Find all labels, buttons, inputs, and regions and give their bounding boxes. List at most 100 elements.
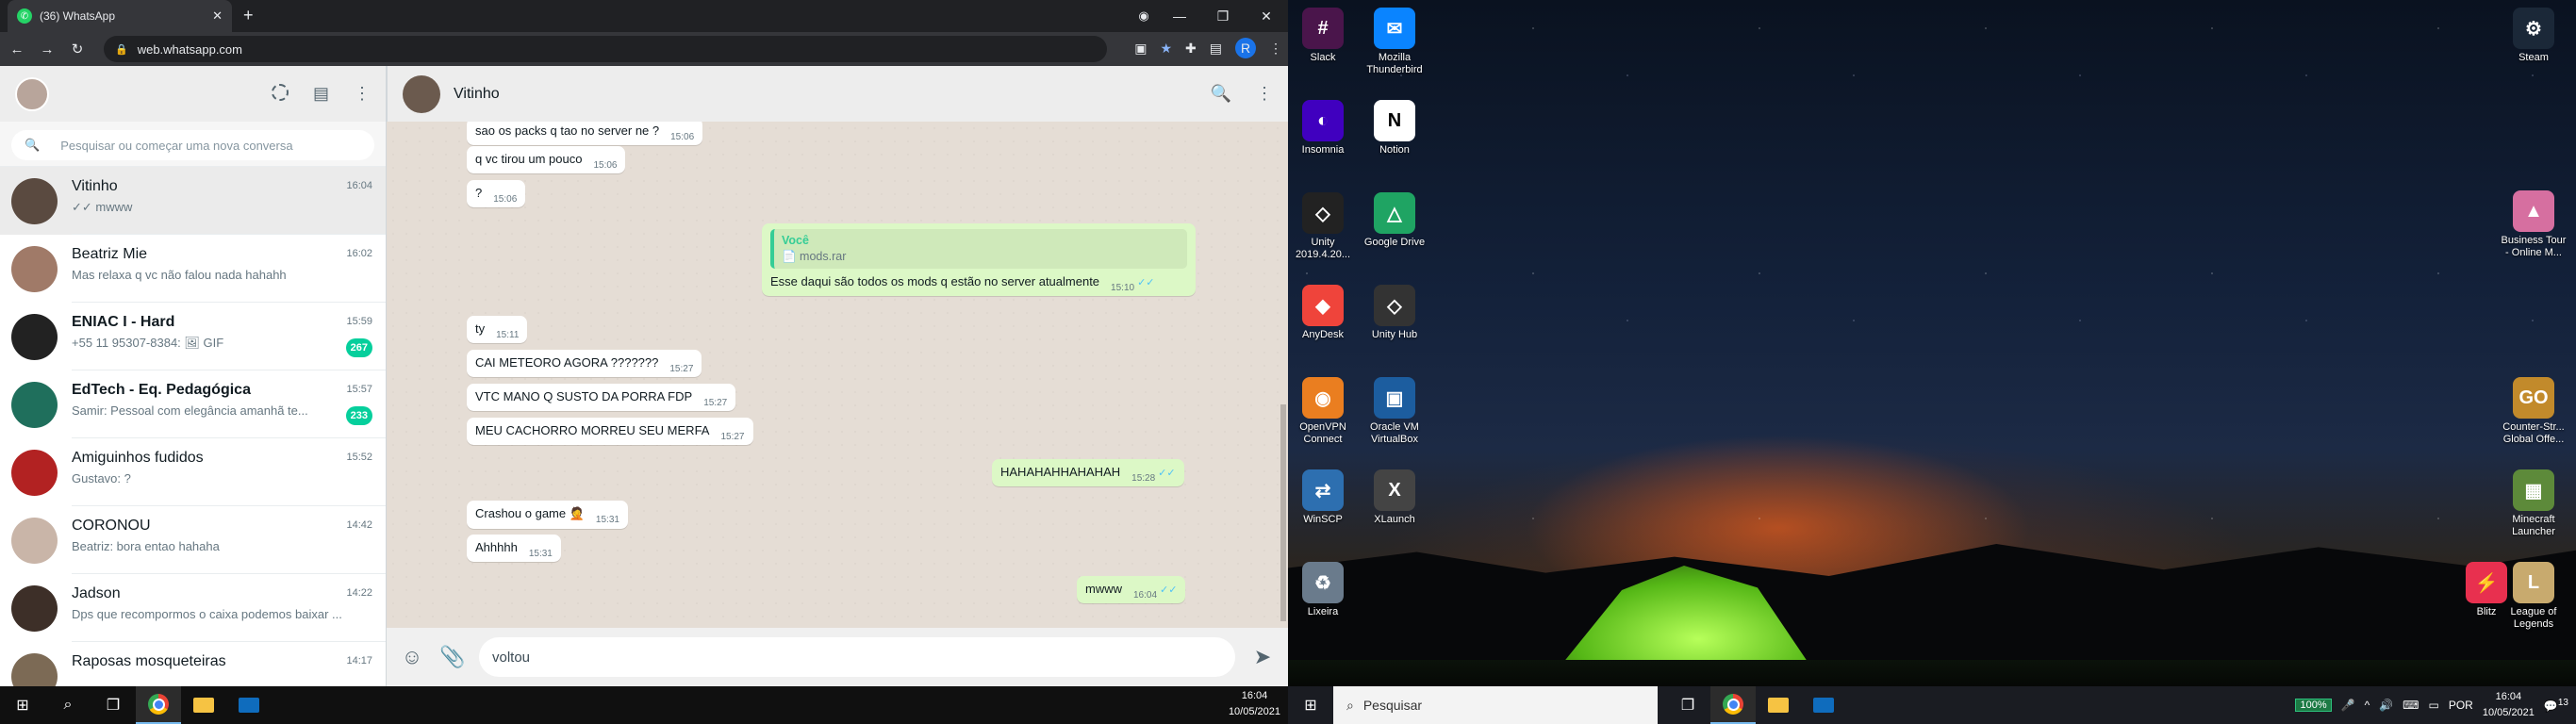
desktop-icon-counter-str-global-offe[interactable]: GO Counter-Str... Global Offe... xyxy=(2501,377,2567,446)
desktop-icon-league-of-legends[interactable]: L League of Legends xyxy=(2501,562,2567,631)
left-clock[interactable]: 16:04 10/05/2021 xyxy=(1229,688,1280,720)
message-bubble[interactable]: ? 15:06 xyxy=(467,180,526,207)
contact-name[interactable]: Vitinho xyxy=(454,86,500,103)
read-ticks-icon: ✓✓ xyxy=(1160,584,1178,596)
conversation-menu-icon[interactable]: ⋮ xyxy=(1256,84,1273,104)
new-chat-icon[interactable]: ▤ xyxy=(313,84,329,104)
notification-center-icon[interactable]: 💬13 xyxy=(2544,698,2568,713)
search-icon[interactable]: ⌕ xyxy=(45,686,91,724)
chat-item-edtech[interactable]: EdTech - Eq. Pedagógica 15:57 Samir: Pes… xyxy=(0,370,386,438)
taskbar-search[interactable]: ⌕ Pesquisar xyxy=(1333,686,1658,724)
desktop-icon-business-tour-online-m[interactable]: ▲ Business Tour - Online M... xyxy=(2501,190,2567,259)
keyboard-icon[interactable]: ⌨ xyxy=(2403,699,2419,712)
chat-item-amiguinhos[interactable]: Amiguinhos fudidos 15:52 Gustavo: ? xyxy=(0,438,386,506)
chat-preview: Mas relaxa q vc não falou nada hahahh xyxy=(72,268,287,282)
attach-icon[interactable]: 📎 xyxy=(439,645,465,669)
sidebar-panel-icon[interactable]: ▤ xyxy=(1210,41,1222,57)
desktop-icon-oracle-vm-virtualbox[interactable]: ▣ Oracle VM VirtualBox xyxy=(1362,377,1428,446)
message-bubble[interactable]: MEU CACHORRO MORREU SEU MERFA 15:27 xyxy=(467,418,753,445)
desktop-icon-unity-hub[interactable]: ◇ Unity Hub xyxy=(1362,285,1428,341)
chat-item-beatriz-mie[interactable]: Beatriz Mie 16:02 Mas relaxa q vc não fa… xyxy=(0,235,386,303)
message-bubble-outgoing[interactable]: HAHAHAHHAHAHAH 15:28 ✓✓ xyxy=(992,459,1184,486)
task-view-icon[interactable]: ❐ xyxy=(1665,686,1710,724)
emoji-icon[interactable]: ☺ xyxy=(400,645,424,669)
file-explorer-button[interactable] xyxy=(181,686,226,724)
chrome-taskbar-button[interactable] xyxy=(136,686,181,724)
message-list: sao os packs q tao no server ne ? 15:06 q… xyxy=(387,122,1288,628)
network-icon[interactable]: ▭ xyxy=(2429,699,2439,712)
chrome-menu-icon[interactable]: ⋮ xyxy=(1269,41,1282,57)
contact-avatar[interactable] xyxy=(403,74,440,113)
desktop-icon-openvpn-connect[interactable]: ◉ OpenVPN Connect xyxy=(1290,377,1356,446)
search-input[interactable] xyxy=(60,138,363,153)
desktop-icon-unity-2019-4-20[interactable]: ◇ Unity 2019.4.20... xyxy=(1290,192,1356,261)
microphone-icon[interactable]: 🎤 xyxy=(2341,699,2355,712)
desktop-icon-insomnia[interactable]: ◐ Insomnia xyxy=(1290,100,1356,156)
battery-indicator[interactable]: 100% xyxy=(2295,699,2332,712)
desktop-icon-label: Lixeira xyxy=(1307,606,1339,617)
desktop-icon-anydesk[interactable]: ◆ AnyDesk xyxy=(1290,285,1356,341)
tab-close-icon[interactable]: ✕ xyxy=(212,8,223,24)
message-bubble[interactable]: ty 15:11 xyxy=(467,316,528,343)
bookmark-star-icon[interactable]: ★ xyxy=(1160,41,1172,57)
close-window-button[interactable]: ✕ xyxy=(1245,8,1288,25)
message-input[interactable] xyxy=(479,637,1235,677)
file-explorer-button[interactable] xyxy=(1756,686,1801,724)
desktop-icon-label: XLaunch xyxy=(1374,514,1415,525)
desktop-icon-google-drive[interactable]: △ Google Drive xyxy=(1362,192,1428,249)
message-bubble[interactable]: q vc tirou um pouco 15:06 xyxy=(467,146,626,173)
address-bar[interactable]: 🔒 web.whatsapp.com xyxy=(104,36,1107,62)
media-record-icon[interactable]: ◉ xyxy=(1130,8,1158,24)
search-messages-icon[interactable]: 🔍 xyxy=(1211,84,1231,104)
tray-overflow-icon[interactable]: ^ xyxy=(2365,699,2370,712)
new-tab-button[interactable]: + xyxy=(243,6,254,25)
desktop-icon-mozilla-thunderbird[interactable]: ✉ Mozilla Thunderbird xyxy=(1362,8,1428,76)
restore-button[interactable]: ❐ xyxy=(1201,8,1245,25)
message-bubble-outgoing[interactable]: mwww 16:04 ✓✓ xyxy=(1077,576,1186,603)
back-button[interactable]: ← xyxy=(4,41,30,58)
chat-item-vitinho[interactable]: Vitinho 16:04 ✓✓ mwww xyxy=(0,167,386,235)
reload-button[interactable]: ↻ xyxy=(64,41,91,58)
conversation-header[interactable]: Vitinho 🔍 ⋮ xyxy=(387,66,1288,122)
windows-start-icon[interactable]: ⊞ xyxy=(1288,686,1333,724)
forward-button[interactable]: → xyxy=(34,41,60,58)
message-bubble-outgoing[interactable]: Você 📄 mods.rar Esse daqui são todos os … xyxy=(762,223,1196,296)
chrome-taskbar-button[interactable] xyxy=(1710,686,1756,724)
desktop-icon-winscp[interactable]: ⇄ WinSCP xyxy=(1290,469,1356,526)
windows-start-icon[interactable]: ⊞ xyxy=(0,686,45,724)
right-clock[interactable]: 16:04 10/05/2021 xyxy=(2483,689,2535,721)
message-bubble[interactable]: Ahhhhh 15:31 xyxy=(467,535,561,562)
chat-item-coronou[interactable]: CORONOU 14:42 Beatriz: bora entao hahaha xyxy=(0,506,386,574)
desktop-icon-xlaunch[interactable]: X XLaunch xyxy=(1362,469,1428,526)
desktop-icon-slack[interactable]: # Slack xyxy=(1290,8,1356,64)
language-indicator[interactable]: POR xyxy=(2449,699,2473,712)
minimize-button[interactable]: — xyxy=(1158,8,1201,24)
desktop-icon-minecraft-launcher[interactable]: ▦ Minecraft Launcher xyxy=(2501,469,2567,538)
desktop-icon-steam[interactable]: ⚙ Steam xyxy=(2501,8,2567,64)
message-bubble[interactable]: CAI METEORO AGORA ??????? 15:27 xyxy=(467,350,702,377)
message-bubble[interactable]: Crashou o game 🤦 15:31 xyxy=(467,501,628,529)
extensions-icon[interactable]: ✚ xyxy=(1185,41,1197,57)
message-text: HAHAHAHHAHAHAH xyxy=(1000,465,1121,479)
desktop-icon-lixeira[interactable]: ♻ Lixeira xyxy=(1290,562,1356,618)
tab-whatsapp[interactable]: ✆ (36) WhatsApp ✕ xyxy=(8,0,232,32)
mail-button[interactable] xyxy=(1801,686,1846,724)
chat-item-eniac[interactable]: ENIAC I - Hard 15:59 +55 11 95307-8384: … xyxy=(0,303,386,370)
menu-dots-icon[interactable]: ⋮ xyxy=(354,84,371,104)
task-view-icon[interactable]: ❐ xyxy=(91,686,136,724)
volume-icon[interactable]: 🔊 xyxy=(2379,699,2393,712)
status-icon[interactable] xyxy=(271,84,289,101)
chat-item-jadson[interactable]: Jadson 14:22 Dps que recompormos o caixa… xyxy=(0,574,386,642)
desktop-icon-notion[interactable]: N Notion xyxy=(1362,100,1428,156)
message-bubble[interactable]: VTC MANO Q SUSTO DA PORRA FDP 15:27 xyxy=(467,384,736,411)
scrollbar[interactable] xyxy=(1280,404,1286,621)
tab-title: (36) WhatsApp xyxy=(40,9,116,23)
camera-blocked-icon[interactable]: ▣ xyxy=(1134,41,1147,57)
my-profile-avatar[interactable] xyxy=(15,76,49,111)
message-bubble[interactable]: sao os packs q tao no server ne ? 15:06 xyxy=(467,122,703,145)
quoted-message[interactable]: Você 📄 mods.rar xyxy=(770,229,1187,269)
profile-avatar[interactable]: R xyxy=(1235,38,1256,58)
mail-button[interactable] xyxy=(226,686,272,724)
send-icon[interactable]: ➤ xyxy=(1250,645,1275,669)
conversation-header-icons: 🔍 ⋮ xyxy=(1211,84,1273,104)
